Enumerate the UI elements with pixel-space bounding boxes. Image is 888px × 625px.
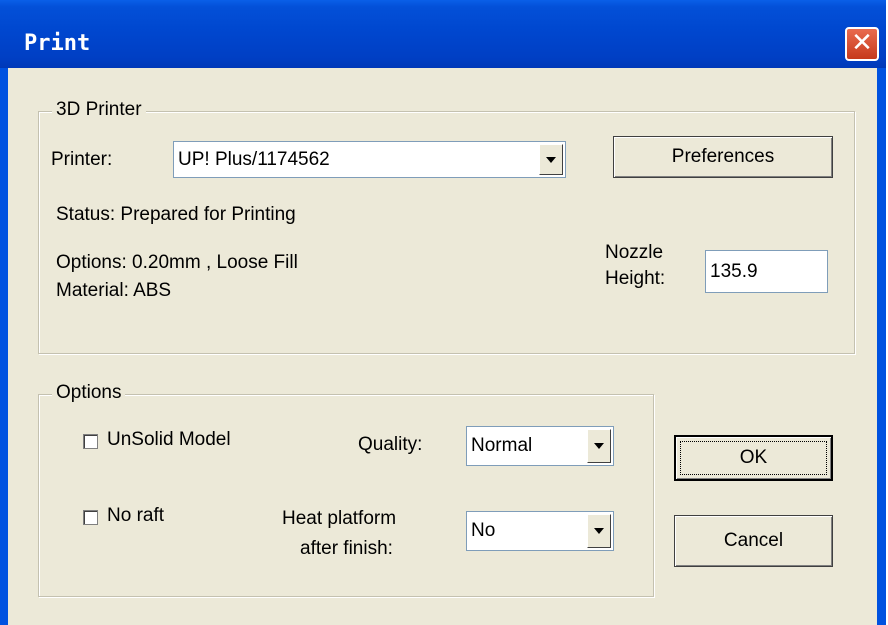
options-groupbox: [38, 394, 654, 597]
nozzle-height-label-line2: Height:: [605, 268, 666, 289]
preferences-button-label: Preferences: [671, 146, 775, 167]
cancel-button[interactable]: Cancel: [674, 515, 833, 567]
preferences-button[interactable]: Preferences: [613, 136, 833, 178]
nozzle-height-label-line1: Nozzle: [605, 242, 664, 263]
nozzle-height-field[interactable]: 135.9: [705, 250, 828, 293]
ok-button-label: OK: [739, 447, 768, 468]
heat-platform-label-line1: Heat platform: [282, 508, 397, 529]
heat-platform-label-line2: after finish:: [300, 538, 393, 559]
material-info: Material: ABS: [56, 280, 172, 301]
printer-group-legend: 3D Printer: [52, 99, 146, 121]
heat-platform-select-value: No: [471, 520, 496, 541]
printer-select-value: UP! Plus/1174562: [178, 148, 330, 170]
ok-button[interactable]: OK: [674, 435, 833, 481]
unsolid-model-label[interactable]: UnSolid Model: [107, 429, 231, 451]
nozzle-height-value: 135.9: [710, 260, 758, 282]
heat-platform-select[interactable]: No: [466, 511, 614, 551]
cancel-button-label: Cancel: [723, 530, 784, 551]
chevron-down-icon[interactable]: [587, 514, 611, 548]
quality-label: Quality:: [358, 434, 423, 455]
printer-status: Status: Prepared for Printing: [56, 204, 296, 225]
quality-select-value: Normal: [471, 435, 533, 456]
chevron-down-icon[interactable]: [539, 144, 563, 175]
printer-select[interactable]: UP! Plus/1174562: [173, 141, 566, 178]
dialog-body: 3D Printer Printer: UP! Plus/1174562 Pre…: [8, 68, 877, 625]
title-bar[interactable]: Print ✕: [0, 0, 886, 68]
chevron-down-icon[interactable]: [587, 429, 611, 463]
unsolid-model-checkbox[interactable]: [83, 434, 98, 449]
no-raft-label[interactable]: No raft: [107, 505, 164, 527]
print-options-summary: Options: 0.20mm , Loose Fill: [56, 252, 298, 273]
close-icon[interactable]: ✕: [845, 27, 879, 61]
window-title: Print: [24, 31, 91, 56]
printer-label: Printer:: [51, 149, 113, 170]
no-raft-checkbox[interactable]: [83, 510, 98, 525]
options-group-legend: Options: [52, 382, 126, 404]
print-dialog-window: Print ✕ 3D Printer Printer: UP! Plus/117…: [0, 0, 886, 625]
quality-select[interactable]: Normal: [466, 426, 614, 466]
